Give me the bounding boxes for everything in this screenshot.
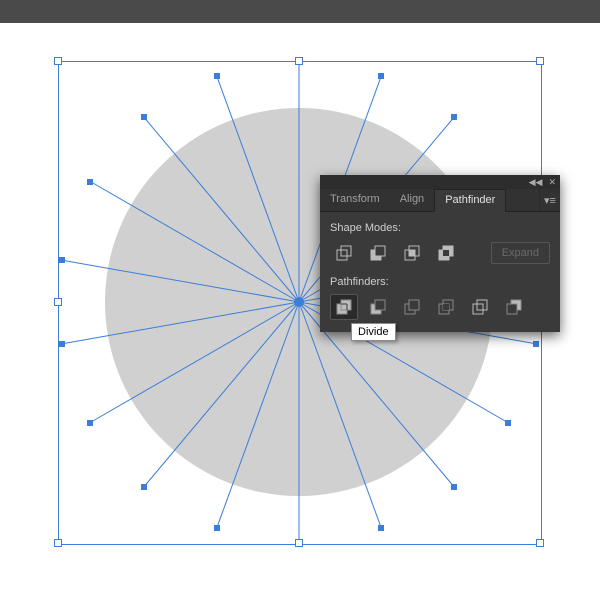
tab-pathfinder[interactable]: Pathfinder xyxy=(434,189,506,212)
app-topbar xyxy=(0,0,600,23)
line-end-anchor[interactable] xyxy=(378,73,384,79)
panel-tabs: Transform Align Pathfinder ▾≡ xyxy=(320,189,560,212)
selection-handle[interactable] xyxy=(54,539,62,547)
tooltip-divide: Divide xyxy=(351,323,396,341)
tab-transform[interactable]: Transform xyxy=(320,189,390,211)
divide-icon[interactable] xyxy=(330,294,358,320)
panel-titlebar[interactable]: ◀◀ ✕ xyxy=(320,175,560,189)
panel-collapse-icon[interactable]: ◀◀ xyxy=(529,177,543,188)
minus-back-icon[interactable] xyxy=(500,294,528,320)
panel-body: Shape Modes: Expand Pathfinders: xyxy=(320,212,560,332)
crop-icon[interactable] xyxy=(432,294,460,320)
selection-handle[interactable] xyxy=(536,539,544,547)
tab-align[interactable]: Align xyxy=(390,189,434,211)
intersect-icon[interactable] xyxy=(398,240,426,266)
line-end-anchor[interactable] xyxy=(87,179,93,185)
expand-button[interactable]: Expand xyxy=(491,242,550,264)
panel-menu-icon[interactable]: ▾≡ xyxy=(539,189,560,211)
center-anchor[interactable] xyxy=(294,297,304,307)
line-end-anchor[interactable] xyxy=(505,420,511,426)
selection-handle[interactable] xyxy=(295,539,303,547)
minus-front-icon[interactable] xyxy=(364,240,392,266)
merge-icon[interactable] xyxy=(398,294,426,320)
panel-close-icon[interactable]: ✕ xyxy=(548,177,556,188)
line-end-anchor[interactable] xyxy=(533,341,539,347)
outline-icon[interactable] xyxy=(466,294,494,320)
line-end-anchor[interactable] xyxy=(451,484,457,490)
exclude-icon[interactable] xyxy=(432,240,460,266)
line-end-anchor[interactable] xyxy=(214,525,220,531)
line-end-anchor[interactable] xyxy=(141,484,147,490)
unite-icon[interactable] xyxy=(330,240,358,266)
line-end-anchor[interactable] xyxy=(378,525,384,531)
selection-handle[interactable] xyxy=(295,57,303,65)
pathfinder-panel[interactable]: ◀◀ ✕ Transform Align Pathfinder ▾≡ Shape… xyxy=(320,175,560,332)
line-end-anchor[interactable] xyxy=(141,114,147,120)
shape-modes-row: Expand xyxy=(330,240,550,266)
shape-modes-header: Shape Modes: xyxy=(330,222,550,234)
line-end-anchor[interactable] xyxy=(59,341,65,347)
selection-handle[interactable] xyxy=(54,57,62,65)
canvas[interactable]: Divide ◀◀ ✕ Transform Align Pathfinder ▾… xyxy=(0,23,600,600)
line-end-anchor[interactable] xyxy=(214,73,220,79)
line-end-anchor[interactable] xyxy=(87,420,93,426)
selection-handle[interactable] xyxy=(536,57,544,65)
pathfinders-row xyxy=(330,294,550,320)
pathfinders-header: Pathfinders: xyxy=(330,276,550,288)
line-end-anchor[interactable] xyxy=(59,257,65,263)
trim-icon[interactable] xyxy=(364,294,392,320)
line-end-anchor[interactable] xyxy=(451,114,457,120)
selection-handle[interactable] xyxy=(54,298,62,306)
